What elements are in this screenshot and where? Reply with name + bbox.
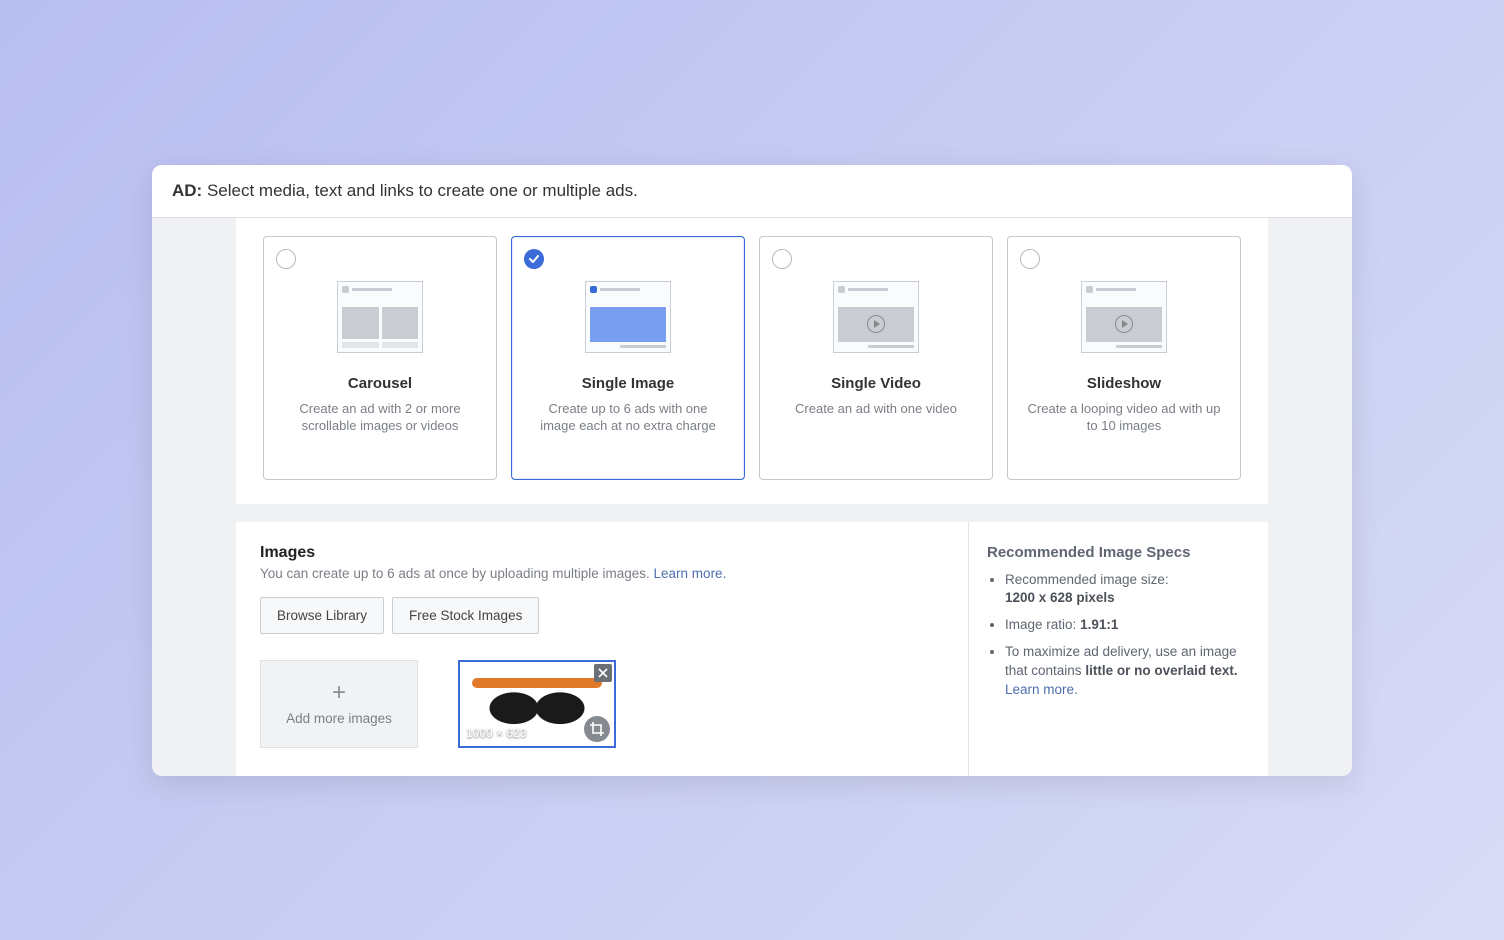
radio-unchecked-icon (276, 249, 296, 269)
plus-icon: + (332, 681, 346, 705)
format-desc: Create a looping video ad with up to 10 … (1022, 400, 1226, 435)
ad-creation-panel: AD: Select media, text and links to crea… (152, 165, 1352, 776)
format-card-single-video[interactable]: Single Video Create an ad with one video (759, 236, 993, 480)
remove-image-button[interactable] (594, 664, 612, 682)
format-section: Carousel Create an ad with 2 or more scr… (236, 218, 1268, 504)
add-more-images-button[interactable]: + Add more images (260, 660, 418, 748)
spec-size: Recommended image size: 1200 x 628 pixel… (1005, 571, 1244, 609)
format-card-slideshow[interactable]: Slideshow Create a looping video ad with… (1007, 236, 1241, 480)
images-learn-more-link[interactable]: Learn more. (654, 566, 727, 581)
header-text: Select media, text and links to create o… (207, 181, 638, 200)
carousel-preview-icon (337, 277, 423, 357)
panel-header: AD: Select media, text and links to crea… (152, 165, 1352, 218)
add-more-label: Add more images (286, 711, 392, 726)
format-desc: Create up to 6 ads with one image each a… (526, 400, 730, 435)
images-section: Images You can create up to 6 ads at onc… (236, 522, 1268, 776)
radio-unchecked-icon (1020, 249, 1040, 269)
free-stock-images-button[interactable]: Free Stock Images (392, 597, 539, 634)
close-icon (598, 668, 608, 678)
single-image-preview-icon (585, 277, 671, 357)
crop-image-button[interactable] (584, 716, 610, 742)
radio-checked-icon (524, 249, 544, 269)
uploaded-image-dimensions: 1000 × 623 (466, 726, 526, 740)
format-title: Single Video (831, 375, 921, 392)
format-card-single-image[interactable]: Single Image Create up to 6 ads with one… (511, 236, 745, 480)
format-title: Carousel (348, 375, 412, 392)
specs-heading: Recommended Image Specs (987, 544, 1244, 561)
single-video-preview-icon (833, 277, 919, 357)
format-desc: Create an ad with 2 or more scrollable i… (278, 400, 482, 435)
header-prefix: AD: (172, 181, 202, 200)
slideshow-preview-icon (1081, 277, 1167, 357)
spec-ratio: Image ratio: 1.91:1 (1005, 616, 1244, 635)
format-title: Slideshow (1087, 375, 1161, 392)
crop-icon (590, 722, 604, 736)
browse-library-button[interactable]: Browse Library (260, 597, 384, 634)
format-title: Single Image (582, 375, 675, 392)
format-card-carousel[interactable]: Carousel Create an ad with 2 or more scr… (263, 236, 497, 480)
images-subtitle: You can create up to 6 ads at once by up… (260, 566, 944, 581)
specs-learn-more-link[interactable]: Learn more. (1005, 682, 1078, 697)
images-heading: Images (260, 544, 944, 562)
radio-unchecked-icon (772, 249, 792, 269)
recommended-specs: Recommended Image Specs Recommended imag… (968, 522, 1268, 776)
spec-text-advice: To maximize ad delivery, use an image th… (1005, 643, 1244, 700)
uploaded-image-thumbnail[interactable]: 1000 × 623 (458, 660, 616, 748)
content: Carousel Create an ad with 2 or more scr… (152, 218, 1352, 776)
format-desc: Create an ad with one video (791, 400, 961, 418)
